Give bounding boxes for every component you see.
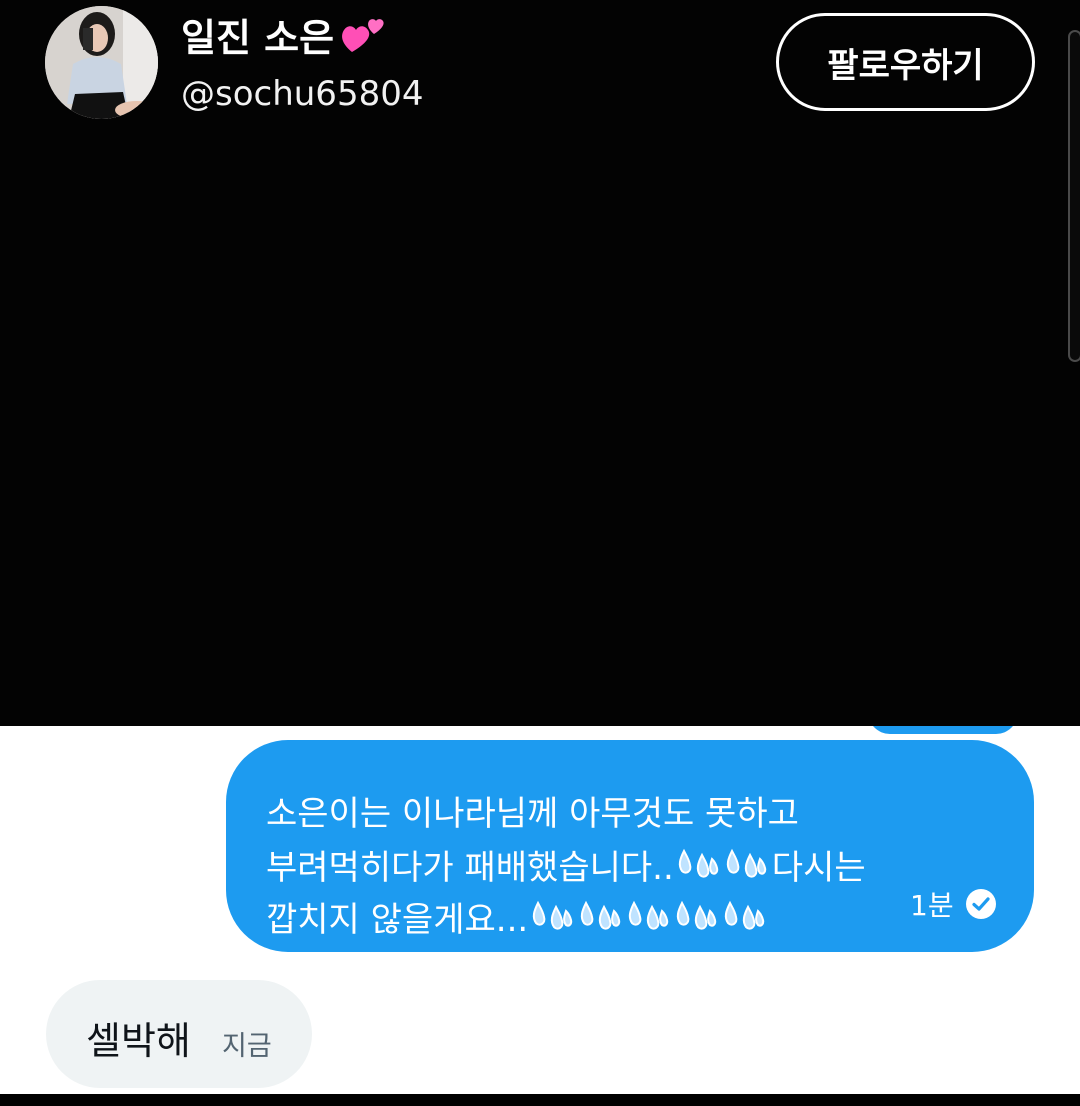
sent-message-text: 다시는 [771, 848, 866, 888]
sweat-droplets-emoji-icon [629, 900, 669, 930]
received-message-bubble[interactable]: 셀박해 지금 [46, 980, 312, 1088]
previous-message-bubble [868, 726, 1018, 734]
sent-message-line: 부려먹히다가 패배했습니다.. 다시는 [266, 840, 866, 889]
follow-button[interactable]: 팔로우하기 [776, 13, 1035, 111]
sweat-droplets-emoji-group [530, 899, 768, 935]
username[interactable]: @sochu65804 [181, 74, 423, 114]
sent-message-time: 1분 [910, 889, 954, 922]
sweat-droplets-emoji-icon [677, 900, 717, 930]
bottom-bar [0, 1094, 1080, 1106]
received-message-text: 셀박해 [86, 1019, 191, 1063]
avatar[interactable] [45, 6, 158, 119]
scrollbar[interactable] [1068, 30, 1080, 362]
two-hearts-emoji-icon [342, 19, 384, 52]
avatar-photo [45, 6, 158, 119]
sweat-droplets-emoji-icon [581, 900, 621, 930]
sweat-droplets-emoji-icon [678, 848, 718, 878]
received-message-time: 지금 [222, 1031, 272, 1062]
sweat-droplets-emoji-icon [533, 900, 573, 930]
sent-message-text: 깝치지 않을게요... [266, 900, 529, 940]
sent-message-bubble[interactable]: 소은이는 이나라님께 아무것도 못하고 부려먹히다가 패배했습니다.. 다시는 … [226, 740, 1034, 952]
display-name[interactable]: 일진 소은 [181, 8, 388, 60]
sent-message-meta: 1분 [910, 882, 998, 926]
sweat-droplets-emoji-icon [726, 848, 766, 878]
check-circle-icon [965, 889, 996, 919]
sent-message-line: 소은이는 이나라님께 아무것도 못하고 [266, 794, 799, 834]
chat-area: 소은이는 이나라님께 아무것도 못하고 부려먹히다가 패배했습니다.. 다시는 … [0, 726, 1080, 1094]
sweat-droplets-emoji-icon [725, 900, 765, 930]
sent-message-text: 부려먹히다가 패배했습니다.. [266, 848, 674, 888]
sent-message-line: 깝치지 않을게요... [266, 892, 770, 941]
sweat-droplets-emoji-group [676, 847, 770, 883]
display-name-text: 일진 소은 [181, 15, 335, 60]
